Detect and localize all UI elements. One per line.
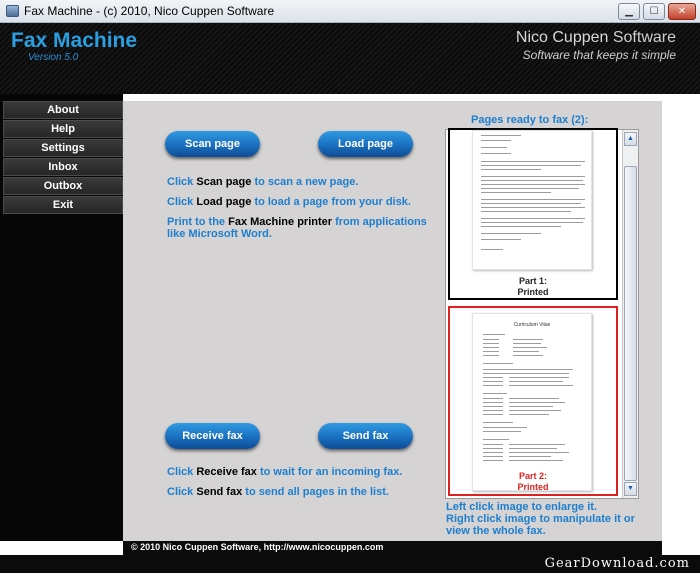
app-name: Fax Machine: [11, 29, 138, 52]
page-status-label: Printed: [517, 287, 549, 297]
hint-text: to send all pages in the list.: [245, 486, 389, 498]
hint-keyword: Send fax: [196, 486, 243, 498]
hint-text: from applications: [335, 216, 427, 228]
brand-owner: Nico Cuppen: [515, 29, 609, 46]
nav-exit-button[interactable]: Exit: [3, 196, 123, 214]
page-part-label: Part 2:: [518, 471, 547, 481]
page-part-label: Part 1:: [518, 276, 547, 286]
brand-tagline: Software that keeps it simple: [522, 48, 676, 62]
scroll-up-arrow-icon[interactable]: ▲: [624, 132, 637, 146]
close-button[interactable]: ✕: [668, 3, 696, 20]
help-line-2: Right click image to manipulate it or: [446, 513, 635, 525]
watermark-bar: GearDownload.com: [0, 555, 700, 573]
nav-settings-button[interactable]: Settings: [3, 139, 123, 157]
send-fax-button[interactable]: Send fax: [318, 423, 413, 449]
page-2-caption: Part 2: Printed: [450, 471, 616, 493]
help-line-3: view the whole fax.: [446, 525, 546, 537]
hint-keyword: Receive fax: [196, 466, 257, 478]
receive-fax-button[interactable]: Receive fax: [165, 423, 260, 449]
minimize-button[interactable]: ▁: [618, 3, 640, 20]
help-line-1: Left click image to enlarge it.: [446, 501, 597, 513]
load-page-button[interactable]: Load page: [318, 131, 413, 157]
scroll-thumb[interactable]: [624, 166, 637, 481]
hint-text: to wait for an incoming fax.: [259, 466, 403, 478]
hint-keyword: Scan page: [196, 176, 252, 188]
window-title: Fax Machine - (c) 2010, Nico Cuppen Soft…: [24, 4, 275, 18]
watermark-text: GearDownload.com: [544, 556, 690, 571]
hint-text: Click: [167, 176, 194, 188]
maximize-button[interactable]: ☐: [643, 3, 665, 20]
page-thumbnail-2[interactable]: Curriculum Vitae Part 2: Printed: [448, 306, 618, 496]
copyright-text: © 2010 Nico Cuppen Software, http://www.…: [131, 542, 384, 552]
hint-text: Print to the: [167, 216, 226, 228]
page-preview: [472, 130, 592, 270]
print-hint: Print to the Fax Machine printer from ap…: [167, 216, 427, 228]
scroll-down-arrow-icon[interactable]: ▼: [624, 482, 637, 496]
hint-text: to scan a new page.: [254, 176, 359, 188]
brand-name: Nico Cuppen Software: [516, 29, 676, 47]
print-hint-line2: like Microsoft Word.: [167, 228, 272, 240]
nav-help-button[interactable]: Help: [3, 120, 123, 138]
hint-keyword: Load page: [196, 196, 252, 208]
receive-hint: Click Receive fax to wait for an incomin…: [167, 466, 402, 478]
scan-page-button[interactable]: Scan page: [165, 131, 260, 157]
pages-list[interactable]: Part 1: Printed Curriculum Vitae Part 2:…: [445, 128, 639, 499]
app-header: Fax Machine Version 5.0 Nico Cuppen Soft…: [0, 23, 700, 94]
nav-about-button[interactable]: About: [3, 101, 123, 119]
page-2-heading: Curriculum Vitae: [513, 322, 551, 328]
scan-hint: Click Scan page to scan a new page.: [167, 176, 358, 188]
hint-text: to load a page from your disk.: [254, 196, 411, 208]
sidebar-nav: About Help Settings Inbox Outbox Exit: [0, 94, 123, 541]
hint-text: Click: [167, 486, 194, 498]
pages-list-title: Pages ready to fax (2):: [471, 114, 589, 126]
hint-text: Click: [167, 196, 194, 208]
page-1-caption: Part 1: Printed: [450, 276, 616, 298]
hint-keyword: Fax Machine printer: [228, 216, 333, 228]
title-bar: Fax Machine - (c) 2010, Nico Cuppen Soft…: [0, 0, 700, 23]
nav-inbox-button[interactable]: Inbox: [3, 158, 123, 176]
send-hint: Click Send fax to send all pages in the …: [167, 486, 389, 498]
pages-scrollbar[interactable]: ▲ ▼: [622, 130, 638, 498]
brand-suffix: Software: [612, 29, 676, 46]
load-hint: Click Load page to load a page from your…: [167, 196, 411, 208]
page-preview: Curriculum Vitae: [472, 313, 592, 491]
footer: © 2010 Nico Cuppen Software, http://www.…: [123, 541, 662, 555]
fax-app-icon: [6, 5, 19, 17]
nav-outbox-button[interactable]: Outbox: [3, 177, 123, 195]
hint-text: Click: [167, 466, 194, 478]
page-thumbnail-1[interactable]: Part 1: Printed: [448, 128, 618, 300]
version-label: Version 5.0: [28, 52, 79, 63]
page-status-label: Printed: [517, 482, 549, 492]
